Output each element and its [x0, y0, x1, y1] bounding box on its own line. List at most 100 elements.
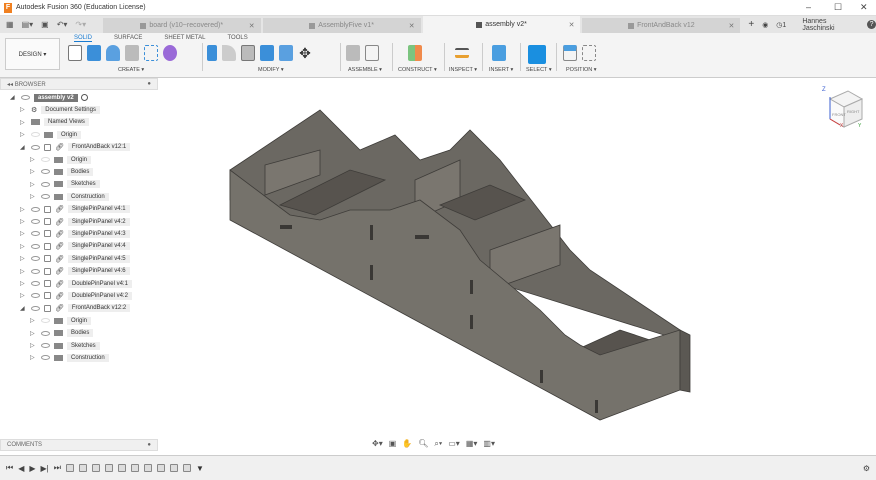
visibility-icon[interactable]	[41, 194, 50, 200]
job-status-icon[interactable]: ◷1	[776, 21, 786, 29]
tree-root[interactable]: ◢ assembly v2	[10, 92, 88, 103]
expand-icon[interactable]: ◢	[10, 94, 17, 101]
close-tab-icon[interactable]: ✕	[569, 21, 575, 29]
tree-item[interactable]: ◢ 🔗︎ FrontAndBack v12:1	[20, 142, 131, 153]
go-to-start-icon[interactable]: ⏮	[6, 463, 13, 473]
timeline-feature-icon[interactable]	[104, 464, 113, 472]
tree-item[interactable]: ▷ Bodies	[30, 166, 94, 177]
comments-add-icon[interactable]: ●	[147, 442, 151, 448]
visibility-icon[interactable]	[41, 330, 50, 336]
expand-icon[interactable]: ▷	[30, 330, 37, 337]
visibility-icon[interactable]	[41, 181, 50, 187]
expand-icon[interactable]: ▷	[20, 255, 27, 262]
split-icon[interactable]	[279, 45, 293, 61]
timeline-feature-icon[interactable]	[78, 464, 87, 472]
tree-item[interactable]: ▷ Sketches	[30, 179, 100, 190]
visibility-icon[interactable]	[31, 305, 40, 311]
visibility-icon[interactable]	[41, 157, 50, 162]
visibility-icon[interactable]	[31, 281, 40, 286]
create-form-icon[interactable]	[163, 45, 177, 61]
tree-item[interactable]: ▷ Construction	[30, 352, 109, 363]
combine-icon[interactable]	[260, 45, 274, 61]
browser-pin-icon[interactable]: ●	[147, 81, 151, 87]
expand-icon[interactable]: ▷	[20, 243, 27, 250]
construct-menu[interactable]: CONSTRUCT ▾	[398, 67, 437, 73]
timeline-feature-icon[interactable]	[117, 464, 126, 472]
collapse-icon[interactable]: ◢	[20, 305, 27, 312]
visibility-icon[interactable]	[21, 95, 30, 100]
tree-item[interactable]: ▷ 🔗︎ SinglePinPanel v4:6	[20, 266, 130, 277]
collapse-icon[interactable]: ◢	[20, 144, 27, 151]
visibility-icon[interactable]	[41, 343, 50, 348]
display-settings-icon[interactable]: ▭▾	[448, 439, 460, 449]
timeline-feature-icon[interactable]	[130, 464, 139, 472]
maximize-button[interactable]: ☐	[834, 2, 842, 13]
new-tab-icon[interactable]: +	[748, 19, 754, 30]
create-menu[interactable]: CREATE ▾	[118, 67, 144, 73]
tree-item[interactable]: ▷ Origin	[20, 129, 82, 140]
tree-item[interactable]: ▷ Construction	[30, 191, 109, 202]
viewcube[interactable]: Z FRONT RIGHT X Y	[820, 87, 865, 134]
tab-board[interactable]: board (v10~recovered)* ✕	[102, 18, 261, 33]
insert-image-icon[interactable]	[492, 45, 506, 61]
comments-panel[interactable]: COMMENTS ●	[0, 439, 158, 451]
inspect-menu[interactable]: INSPECT ▾	[449, 67, 477, 73]
timeline-feature-icon[interactable]	[169, 464, 178, 472]
position-menu[interactable]: POSITION ▾	[566, 67, 597, 73]
new-component-icon[interactable]	[346, 45, 360, 61]
revert-position-icon[interactable]	[582, 45, 596, 61]
tab-assembly[interactable]: assembly v2* ✕	[422, 16, 581, 33]
pattern-icon[interactable]	[144, 45, 158, 61]
expand-icon[interactable]: ▷	[20, 119, 27, 126]
user-name[interactable]: Hannes Jaschinski	[802, 18, 859, 32]
extensions-icon[interactable]: ◉	[762, 21, 768, 29]
step-forward-icon[interactable]: ▶|	[41, 464, 49, 473]
redo-icon[interactable]: ↷▾	[75, 20, 86, 29]
tab-solid[interactable]: SOLID	[74, 35, 93, 42]
timeline-feature-icon[interactable]	[143, 464, 152, 472]
assemble-menu[interactable]: ASSEMBLE ▾	[348, 67, 382, 73]
timeline-feature-icon[interactable]	[156, 464, 165, 472]
undo-icon[interactable]: ↶▾	[57, 20, 68, 29]
grid-settings-icon[interactable]: ▦▾	[466, 439, 478, 449]
tree-item[interactable]: ▷ 🔗︎ SinglePinPanel v4:2	[20, 216, 130, 227]
tree-item[interactable]: ▷ 🔗︎ DoublePinPanel v4:1	[20, 278, 132, 289]
expand-icon[interactable]: ▷	[20, 280, 27, 287]
zoom-icon[interactable]: 🔍︎	[418, 439, 428, 449]
shell-icon[interactable]	[241, 45, 255, 61]
expand-icon[interactable]: ▷	[30, 342, 37, 349]
expand-icon[interactable]: ▷	[20, 206, 27, 213]
close-tab-icon[interactable]: ✕	[409, 22, 415, 30]
extrude-icon[interactable]	[87, 45, 101, 61]
visibility-icon[interactable]	[31, 231, 40, 237]
visibility-icon[interactable]	[31, 268, 40, 274]
press-pull-icon[interactable]	[207, 45, 217, 61]
timeline-marker[interactable]: ▼	[196, 464, 204, 473]
hole-icon[interactable]	[125, 45, 139, 61]
orbit-icon[interactable]: ✥▾	[372, 439, 383, 449]
visibility-icon[interactable]	[41, 169, 50, 175]
model-viewport[interactable]	[220, 100, 720, 430]
viewports-icon[interactable]: ▥▾	[483, 439, 495, 449]
look-at-icon[interactable]: ▣	[389, 439, 397, 449]
revolve-icon[interactable]	[106, 45, 120, 61]
expand-icon[interactable]: ▷	[20, 131, 27, 138]
measure-icon[interactable]	[455, 48, 469, 58]
joint-icon[interactable]	[365, 45, 379, 61]
tree-item[interactable]: ▷ 🔗︎ SinglePinPanel v4:5	[20, 253, 130, 264]
play-icon[interactable]: ▶	[29, 464, 35, 473]
select-icon[interactable]	[528, 45, 546, 64]
timeline-feature-icon[interactable]	[182, 464, 191, 472]
help-icon[interactable]: ?	[867, 20, 876, 29]
tab-surface[interactable]: SURFACE	[114, 35, 142, 42]
expand-icon[interactable]: ▷	[20, 106, 27, 113]
select-menu[interactable]: SELECT ▾	[526, 67, 552, 73]
activate-icon[interactable]	[80, 94, 88, 101]
grid-menu-icon[interactable]: ▦	[6, 20, 14, 29]
plane-icon[interactable]	[408, 45, 422, 61]
tab-tools[interactable]: TOOLS	[227, 35, 247, 42]
create-sketch-icon[interactable]	[68, 45, 82, 61]
modify-menu[interactable]: MODIFY ▾	[258, 67, 284, 73]
visibility-icon[interactable]	[31, 243, 40, 249]
expand-icon[interactable]: ▷	[20, 230, 27, 237]
